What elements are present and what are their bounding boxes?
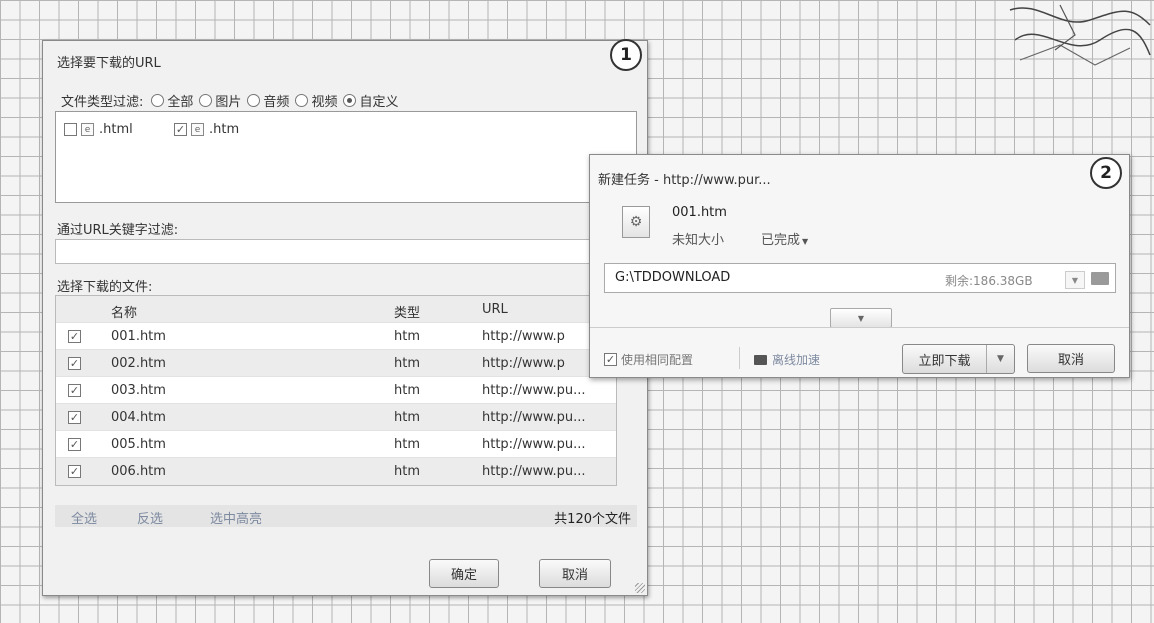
file-type: htm [394, 464, 420, 479]
column-header-url[interactable]: URL [482, 302, 508, 317]
row-checkbox[interactable]: ✓ [68, 330, 81, 343]
file-type: htm [394, 437, 420, 452]
table-header: 名称 类型 URL [56, 296, 616, 323]
offline-accelerate-link[interactable]: 离线加速 [754, 351, 820, 368]
table-row[interactable]: ✓ 005.htm htm http://www.pu... [56, 431, 616, 458]
file-name: 004.htm [111, 410, 166, 425]
new-task-dialog: 新建任务 - http://www.pur... ⚙ 001.htm 未知大小 … [589, 154, 1130, 378]
chevron-down-icon[interactable]: ▼ [987, 345, 1014, 373]
radio-circle-icon [295, 94, 309, 107]
file-type: htm [394, 410, 420, 425]
file-url: http://www.pu... [482, 410, 586, 425]
file-name: 001.htm [672, 205, 727, 220]
file-url: http://www.pu... [482, 383, 586, 398]
table-row[interactable]: ✓ 004.htm htm http://www.pu... [56, 404, 616, 431]
radio-audio[interactable]: 音频 [247, 91, 289, 110]
checkbox-icon[interactable] [64, 123, 77, 136]
sketch-drawing-icon [1009, 4, 1151, 66]
extension-item-html[interactable]: e .html [64, 122, 133, 137]
column-header-type[interactable]: 类型 [394, 302, 420, 321]
checkbox-checked-icon[interactable]: ✓ [604, 353, 617, 366]
save-path-field: 剩余:186.38GB ▼ [604, 263, 1116, 293]
resize-grip-icon[interactable] [635, 583, 645, 593]
row-checkbox[interactable]: ✓ [68, 438, 81, 451]
download-now-split-button: 立即下载 ▼ [902, 344, 1015, 374]
selection-bar: 全选 反选 选中高亮 共120个文件 [55, 505, 637, 527]
table-row[interactable]: ✓ 006.htm htm http://www.pu... [56, 458, 616, 485]
row-checkbox[interactable]: ✓ [68, 465, 81, 478]
table-row[interactable]: ✓ 001.htm htm http://www.p [56, 323, 616, 350]
file-url: http://www.pu... [482, 437, 586, 452]
table-row[interactable]: ✓ 002.htm htm http://www.p [56, 350, 616, 377]
chevron-down-icon: ▼ [802, 237, 809, 246]
table-row[interactable]: ✓ 003.htm htm http://www.pu... [56, 377, 616, 404]
file-icon: ⚙ [622, 206, 650, 238]
radio-all[interactable]: 全部 [151, 91, 193, 110]
save-path-input[interactable] [615, 270, 895, 285]
same-config-option[interactable]: ✓ 使用相同配置 [604, 351, 693, 368]
file-icon: e [191, 123, 204, 136]
row-checkbox[interactable]: ✓ [68, 357, 81, 370]
radio-circle-icon [247, 94, 261, 107]
file-url: http://www.p [482, 329, 565, 344]
expand-toggle[interactable]: ▼ [830, 308, 892, 328]
file-type-filter: 文件类型过滤: 全部 图片 音频 视频 自定义 [61, 91, 404, 110]
file-name: 002.htm [111, 356, 166, 371]
file-type: htm [394, 329, 420, 344]
file-url: http://www.pu... [482, 464, 586, 479]
highlight-selected-link[interactable]: 选中高亮 [210, 508, 262, 527]
marker-2: 2 [1090, 157, 1122, 189]
radio-selected-icon [343, 94, 357, 107]
file-type: htm [394, 356, 420, 371]
file-url: http://www.p [482, 356, 565, 371]
divider [739, 347, 740, 369]
file-name: 006.htm [111, 464, 166, 479]
keyword-filter-label: 通过URL关键字过滤: [57, 223, 179, 238]
extension-item-htm[interactable]: ✓ e .htm [174, 122, 239, 137]
keyword-filter-input[interactable] [55, 239, 637, 264]
free-space: 剩余:186.38GB [945, 274, 1033, 288]
url-select-dialog: 选择要下载的URL 文件类型过滤: 全部 图片 音频 视频 自定义 e .htm… [42, 39, 648, 596]
dialog-title: 选择要下载的URL [57, 56, 161, 71]
radio-circle-icon [199, 94, 213, 107]
invert-selection-link[interactable]: 反选 [137, 508, 163, 527]
extension-list: e .html ✓ e .htm [55, 111, 637, 203]
radio-circle-icon [151, 94, 165, 107]
checkbox-checked-icon[interactable]: ✓ [174, 123, 187, 136]
radio-image[interactable]: 图片 [199, 91, 241, 110]
download-now-button[interactable]: 立即下载 [903, 345, 987, 373]
cancel-button[interactable]: 取消 [539, 559, 611, 588]
row-checkbox[interactable]: ✓ [68, 384, 81, 397]
file-name: 005.htm [111, 437, 166, 452]
chevron-down-icon: ▼ [857, 313, 865, 323]
folder-icon[interactable] [1091, 272, 1109, 285]
filter-label: 文件类型过滤: [61, 95, 144, 110]
file-count: 共120个文件 [554, 512, 631, 527]
row-checkbox[interactable]: ✓ [68, 411, 81, 424]
column-header-name[interactable]: 名称 [111, 302, 137, 321]
radio-custom[interactable]: 自定义 [343, 91, 398, 110]
file-icon: e [81, 123, 94, 136]
radio-video[interactable]: 视频 [295, 91, 337, 110]
file-name: 001.htm [111, 329, 166, 344]
offline-icon [754, 354, 767, 365]
files-label: 选择下载的文件: [57, 280, 153, 295]
path-dropdown-icon[interactable]: ▼ [1065, 271, 1085, 289]
divider [590, 327, 1129, 328]
file-type: htm [394, 383, 420, 398]
marker-1: 1 [610, 39, 642, 71]
ok-button[interactable]: 确定 [429, 559, 499, 588]
file-table: 名称 类型 URL ✓ 001.htm htm http://www.p ✓ 0… [55, 295, 617, 486]
file-name: 003.htm [111, 383, 166, 398]
new-task-title: 新建任务 - http://www.pur... [598, 173, 771, 188]
select-all-link[interactable]: 全选 [71, 508, 97, 527]
file-size: 未知大小 [672, 233, 725, 248]
status-dropdown[interactable]: 已完成 ▼ [761, 229, 808, 248]
cancel-button[interactable]: 取消 [1027, 344, 1115, 373]
